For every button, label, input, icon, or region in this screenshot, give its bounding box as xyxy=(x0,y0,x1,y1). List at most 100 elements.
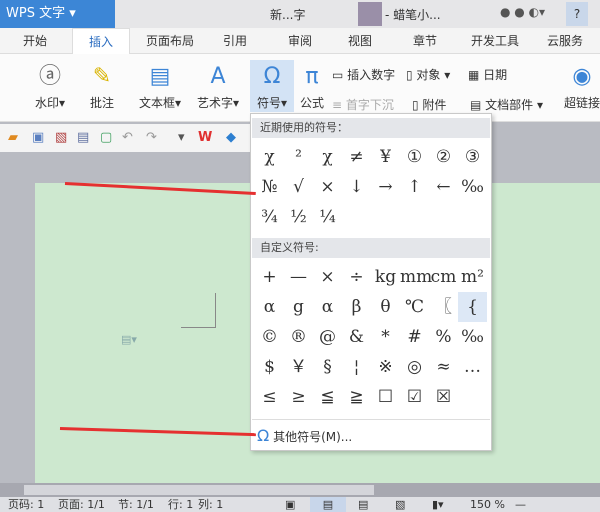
scrollbar-thumb[interactable] xyxy=(24,485,374,495)
page-view-icon[interactable]: ▤ xyxy=(310,497,346,512)
recent-symbol[interactable]: χ xyxy=(255,142,284,172)
recent-symbol[interactable]: ≠ xyxy=(342,142,371,172)
wps-logo-icon[interactable]: W xyxy=(198,130,212,145)
recent-symbol[interactable]: ¼ xyxy=(313,202,342,232)
custom-symbol[interactable]: © xyxy=(255,322,284,352)
custom-symbol[interactable]: — xyxy=(284,262,313,292)
avatar[interactable] xyxy=(358,2,382,26)
drop-cap-button[interactable]: ≡ 首字下沉 xyxy=(332,96,394,113)
recent-symbol[interactable]: √ xyxy=(284,172,313,202)
custom-symbol[interactable]: ≥ xyxy=(284,382,313,412)
customize-dropdown-icon[interactable]: ▾ xyxy=(178,130,185,145)
wps-menu-button[interactable]: WPS 文字 ▾ xyxy=(0,0,115,28)
custom-symbol[interactable]: ☒ xyxy=(429,382,458,412)
formula-button[interactable]: π 公式 xyxy=(297,60,327,111)
custom-symbol[interactable]: cm xyxy=(429,262,458,292)
custom-symbol[interactable]: 〖 xyxy=(429,292,458,322)
custom-symbol[interactable]: # xyxy=(400,322,429,352)
comment-button[interactable]: ✎ 批注 xyxy=(84,60,120,111)
doc-parts-button[interactable]: ▤ 文档部件 ▾ xyxy=(470,96,543,113)
recent-symbol[interactable]: ² xyxy=(284,142,313,172)
recent-symbol[interactable]: ‰ xyxy=(458,172,487,202)
tab-cloud[interactable]: 云服务 xyxy=(535,28,595,54)
custom-symbol[interactable]: β xyxy=(342,292,371,322)
save-icon[interactable]: ▣ xyxy=(32,130,44,145)
recent-symbol[interactable]: ③ xyxy=(458,142,487,172)
custom-symbol[interactable]: α xyxy=(313,292,342,322)
recent-symbol[interactable]: → xyxy=(371,172,400,202)
recent-symbol[interactable]: ½ xyxy=(284,202,313,232)
insert-number-button[interactable]: ▭ 插入数字 xyxy=(332,66,395,83)
custom-symbol[interactable]: ® xyxy=(284,322,313,352)
symbol-button[interactable]: Ω 符号▾ xyxy=(250,60,294,112)
recent-symbol[interactable]: ↓ xyxy=(342,172,371,202)
custom-symbol[interactable]: kg xyxy=(371,262,400,292)
custom-symbol[interactable]: α xyxy=(255,292,284,322)
custom-symbol[interactable]: ≦ xyxy=(313,382,342,412)
custom-symbol[interactable]: + xyxy=(255,262,284,292)
custom-symbol[interactable]: ℃ xyxy=(400,292,429,322)
redo-icon[interactable]: ↷ xyxy=(146,130,157,145)
custom-symbol[interactable]: ÷ xyxy=(342,262,371,292)
settings-icon[interactable]: ● ● ◐▾ xyxy=(500,5,545,19)
textbox-button[interactable]: ▤ 文本框▾ xyxy=(132,60,188,111)
watermark-button[interactable]: ⓐ 水印▾ xyxy=(28,60,72,111)
custom-symbol[interactable]: & xyxy=(342,322,371,352)
custom-symbol[interactable]: ☑ xyxy=(400,382,429,412)
custom-symbol[interactable]: $ xyxy=(255,352,284,382)
print-preview-icon[interactable]: ▢ xyxy=(100,130,112,145)
wordart-button[interactable]: A 艺术字▾ xyxy=(190,60,246,111)
cube-icon[interactable]: ◆ xyxy=(226,130,236,145)
custom-symbol[interactable]: ☐ xyxy=(371,382,400,412)
custom-symbol[interactable]: * xyxy=(371,322,400,352)
tab-references[interactable]: 引用 xyxy=(210,28,260,54)
tab-review[interactable]: 审阅 xyxy=(275,28,325,54)
custom-symbol[interactable]: ◎ xyxy=(400,352,429,382)
help-button[interactable]: ? xyxy=(566,2,588,26)
zoom-out-button[interactable]: — xyxy=(515,497,526,512)
recent-symbol[interactable]: ↑ xyxy=(400,172,429,202)
custom-symbol[interactable]: × xyxy=(313,262,342,292)
custom-symbol[interactable]: θ xyxy=(371,292,400,322)
custom-symbol[interactable]: ‰ xyxy=(458,322,487,352)
custom-symbol[interactable]: ≈ xyxy=(429,352,458,382)
print-icon[interactable]: ▤ xyxy=(77,130,89,145)
eye-protect-icon[interactable]: ▮▾ xyxy=(432,497,444,512)
recent-symbol[interactable]: χ xyxy=(313,142,342,172)
recent-symbol[interactable]: ¾ xyxy=(255,202,284,232)
recent-symbol[interactable]: № xyxy=(255,172,284,202)
custom-symbol[interactable]: m² xyxy=(458,262,487,292)
fullscreen-icon[interactable]: ▣ xyxy=(285,497,295,512)
recent-symbol[interactable]: ② xyxy=(429,142,458,172)
attachment-button[interactable]: ▯ 附件 xyxy=(412,96,446,113)
date-button[interactable]: ▦ 日期 xyxy=(468,66,507,83)
export-pdf-icon[interactable]: ▧ xyxy=(55,130,67,145)
more-symbols-item[interactable]: Ω 其他符号(M)... xyxy=(257,426,352,445)
custom-symbol[interactable]: g xyxy=(284,292,313,322)
outline-view-icon[interactable]: ▤ xyxy=(358,497,368,512)
doc-title[interactable]: 新...字 xyxy=(270,6,305,23)
recent-symbol[interactable]: × xyxy=(313,172,342,202)
custom-symbol[interactable]: ≤ xyxy=(255,382,284,412)
custom-symbol[interactable]: { xyxy=(458,292,487,322)
tab-view[interactable]: 视图 xyxy=(335,28,385,54)
recent-symbol[interactable]: ¥ xyxy=(371,142,400,172)
custom-symbol[interactable]: ※ xyxy=(371,352,400,382)
custom-symbol[interactable]: ￥ xyxy=(284,352,313,382)
user-name[interactable]: - 蜡笔小... xyxy=(385,6,441,23)
recent-symbol[interactable]: ① xyxy=(400,142,429,172)
custom-symbol[interactable]: % xyxy=(429,322,458,352)
tab-layout[interactable]: 页面布局 xyxy=(135,28,205,54)
custom-symbol[interactable]: ≧ xyxy=(342,382,371,412)
tab-home[interactable]: 开始 xyxy=(10,28,60,54)
custom-symbol[interactable]: § xyxy=(313,352,342,382)
custom-symbol[interactable]: ¦ xyxy=(342,352,371,382)
undo-icon[interactable]: ↶ xyxy=(122,130,133,145)
custom-symbol[interactable]: @ xyxy=(313,322,342,352)
custom-symbol[interactable]: … xyxy=(458,352,487,382)
custom-symbol[interactable]: mm xyxy=(400,262,432,292)
paste-options-icon[interactable]: ▤▾ xyxy=(121,333,137,346)
object-button[interactable]: ▯ 对象 ▾ xyxy=(406,66,450,83)
tab-section[interactable]: 章节 xyxy=(400,28,450,54)
tab-insert[interactable]: 插入 xyxy=(72,28,130,54)
